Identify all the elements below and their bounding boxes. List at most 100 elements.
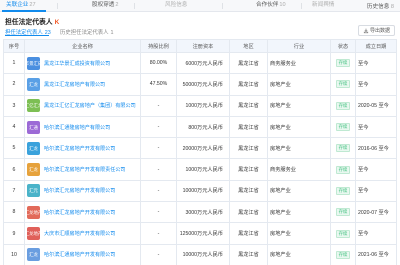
company-name-link[interactable]: 哈尔滨汇元房地产开发有限公司 <box>44 187 115 194</box>
col-header-region: 地区 <box>229 39 268 53</box>
row-index: 1 <box>3 51 25 75</box>
table-row: 3汇亿汇龙黑龙江汇亿汇龙房地产（集团）有限公司-1000万元人民币黑龙江省房地产… <box>3 94 397 117</box>
region: 黑龙江省 <box>229 158 268 181</box>
company-entry: 汇龙 哈尔滨汇龙房地产开发有限责任公司 <box>27 163 138 177</box>
col-header-status: 状态 <box>330 39 356 53</box>
registered-capital: 3000万元人民币 <box>176 201 230 224</box>
tab-affiliated-companies[interactable]: 关联企业27 <box>6 2 36 9</box>
company-name-link[interactable]: 哈尔滨汇龙房地产开发有限公司 <box>44 209 115 216</box>
company-entry: 汇龙地产哈尔滨汇龙房地产开发有限公司 <box>27 205 138 219</box>
col-header-date: 成立日期 <box>355 39 397 53</box>
row-index: 3 <box>3 94 25 117</box>
region: 黑龙江省 <box>229 222 268 245</box>
industry: 房地产业 <box>267 201 331 224</box>
table-row: 10 汇龙 哈尔滨汇通房地产开发有限公司 -10000万元人民币 黑龙江省 房地产业 存续 2… <box>3 243 397 265</box>
share-ratio: - <box>140 115 177 139</box>
table-row: 1华景汇成黑龙江华景汇成投资有限公司80.00%6000万元人民币黑龙江省商务服… <box>3 51 397 75</box>
export-data-button[interactable]: 导出数据 <box>358 25 395 36</box>
company-name-link[interactable]: 哈尔滨汇通隆房地产有限公司 <box>44 124 110 131</box>
table-header-row: 序号 企业名称 持股比例 注册资本 地区 行业 状态 成立日期 <box>3 39 397 53</box>
company-name-link[interactable]: 黑龙江华景汇成投资有限公司 <box>44 60 110 67</box>
tab-divider <box>222 3 223 9</box>
tab-label: 风险信息 <box>165 2 188 8</box>
established-date: 2021-06 至今 <box>355 243 397 265</box>
tab-history-info[interactable]: 历史信息 8 <box>367 2 394 10</box>
row-index: 4 <box>3 115 25 139</box>
section-title-text: 担任法定代表人 <box>5 19 53 26</box>
tab-count: 8 <box>390 4 394 10</box>
table-row: 5 汇龙 哈尔滨汇龙房地产开发有限公司 -20000万元人民币 黑龙江省 房地产业 存续 20… <box>3 137 397 160</box>
col-header-index: 序号 <box>3 39 25 53</box>
established-date: 2016-06 至今 <box>355 137 397 160</box>
tab-equity-penetration[interactable]: 股权穿透2 <box>92 2 119 9</box>
company-name-link[interactable]: 大庆市汇顺房地产开发有限公司 <box>44 230 115 237</box>
region: 黑龙江省 <box>229 94 268 117</box>
row-index: 7 <box>3 179 25 203</box>
status-cell: 存续 <box>330 201 356 224</box>
status-cell: 存续 <box>330 51 356 75</box>
industry: 房地产业 <box>267 222 331 245</box>
tab-partners[interactable]: 合作伙伴10 <box>256 2 286 9</box>
status-badge: 存续 <box>335 186 351 195</box>
table-row: 2 汇龙 黑龙江汇龙房地产有限公司 47.50% 50000万元人民币 黑龙江省 房地产业存… <box>3 73 397 96</box>
status-cell: 存续 <box>330 73 356 96</box>
region: 黑龙江省 <box>229 179 268 203</box>
company-entry: 汇龙 黑龙江汇龙房地产有限公司 <box>27 77 138 91</box>
industry: 房地产业 <box>267 137 331 160</box>
section-mark-icon: K <box>54 19 60 26</box>
row-index: 2 <box>3 73 25 96</box>
company-cell: 汇龙地产大庆市汇顺房地产开发有限公司 <box>24 222 141 245</box>
tab-news[interactable]: 新闻舆情 <box>312 2 334 9</box>
share-ratio: - <box>140 94 177 117</box>
established-date: 至今 <box>355 115 397 139</box>
region: 黑龙江省 <box>229 243 268 265</box>
industry: 商务服务业 <box>267 158 331 181</box>
company-logo: 汇龙 <box>27 141 40 155</box>
col-header-industry: 行业 <box>267 39 331 53</box>
status-cell: 存续 <box>330 222 356 245</box>
company-name-link[interactable]: 哈尔滨汇通房地产开发有限公司 <box>44 251 115 258</box>
registered-capital: 1000万元人民币 <box>176 94 230 117</box>
established-date: 2020-05 至今 <box>355 94 397 117</box>
company-entry: 汇亿汇龙黑龙江汇亿汇龙房地产（集团）有限公司 <box>27 99 138 113</box>
company-entry: 汇通 哈尔滨汇通隆房地产有限公司 <box>27 120 138 134</box>
registered-capital: 50000万元人民币 <box>176 73 230 96</box>
status-cell: 存续 <box>330 179 356 203</box>
share-ratio: - <box>140 243 177 265</box>
table-row: 8汇龙地产哈尔滨汇龙房地产开发有限公司-3000万元人民币黑龙江省房地产业存续2… <box>3 201 397 224</box>
industry: 房地产业 <box>267 73 331 96</box>
region: 黑龙江省 <box>229 51 268 75</box>
registered-capital: 10000万元人民币 <box>176 179 230 203</box>
subtab-count: 1 <box>110 30 114 36</box>
tab-label: 关联企业 <box>6 2 29 8</box>
company-name-link[interactable]: 哈尔滨汇龙房地产开发有限责任公司 <box>44 166 126 173</box>
status-cell: 存续 <box>330 243 356 265</box>
subtab-label: 历史担任法定代表人 <box>60 30 109 36</box>
share-ratio: - <box>140 201 177 224</box>
legal-rep-table: 序号 企业名称 持股比例 注册资本 地区 行业 状态 成立日期 1华景汇成黑龙江… <box>3 39 397 265</box>
company-name-link[interactable]: 黑龙江汇亿汇龙房地产（集团）有限公司 <box>44 102 136 109</box>
company-name-link[interactable]: 哈尔滨汇龙房地产开发有限公司 <box>44 145 115 152</box>
company-logo: 汇龙 <box>27 163 40 177</box>
status-badge: 存续 <box>335 229 351 238</box>
share-ratio: - <box>140 179 177 203</box>
active-tab-indicator <box>2 10 46 12</box>
company-logo: 华景汇成 <box>27 56 40 70</box>
tab-risk-info[interactable]: 风险信息 <box>165 2 187 9</box>
subtab-historical-legal-rep[interactable]: 历史担任法定代表人 1 <box>60 28 114 36</box>
company-cell: 汇通 哈尔滨汇通隆房地产有限公司 <box>24 115 141 139</box>
status-badge: 存续 <box>335 101 351 110</box>
registered-capital: 1000万元人民币 <box>176 158 230 181</box>
company-logo: 汇龙地产 <box>27 205 40 219</box>
company-name-link[interactable]: 黑龙江汇龙房地产有限公司 <box>44 81 105 88</box>
industry: 房地产业 <box>267 243 331 265</box>
company-cell: 汇龙地产哈尔滨汇龙房地产开发有限公司 <box>24 201 141 224</box>
table-row: 9汇龙地产大庆市汇顺房地产开发有限公司-125000万元人民币黑龙江省房地产业存… <box>3 222 397 245</box>
company-entry: 华景汇成黑龙江华景汇成投资有限公司 <box>27 56 138 70</box>
table-body: 1华景汇成黑龙江华景汇成投资有限公司80.00%6000万元人民币黑龙江省商务服… <box>3 51 397 265</box>
company-entry: 汇元 哈尔滨汇元房地产开发有限公司 <box>27 184 138 198</box>
registered-capital: 6000万元人民币 <box>176 51 230 75</box>
established-date: 至今 <box>355 51 397 75</box>
status-badge: 存续 <box>335 59 351 68</box>
registered-capital: 10000万元人民币 <box>176 243 230 265</box>
